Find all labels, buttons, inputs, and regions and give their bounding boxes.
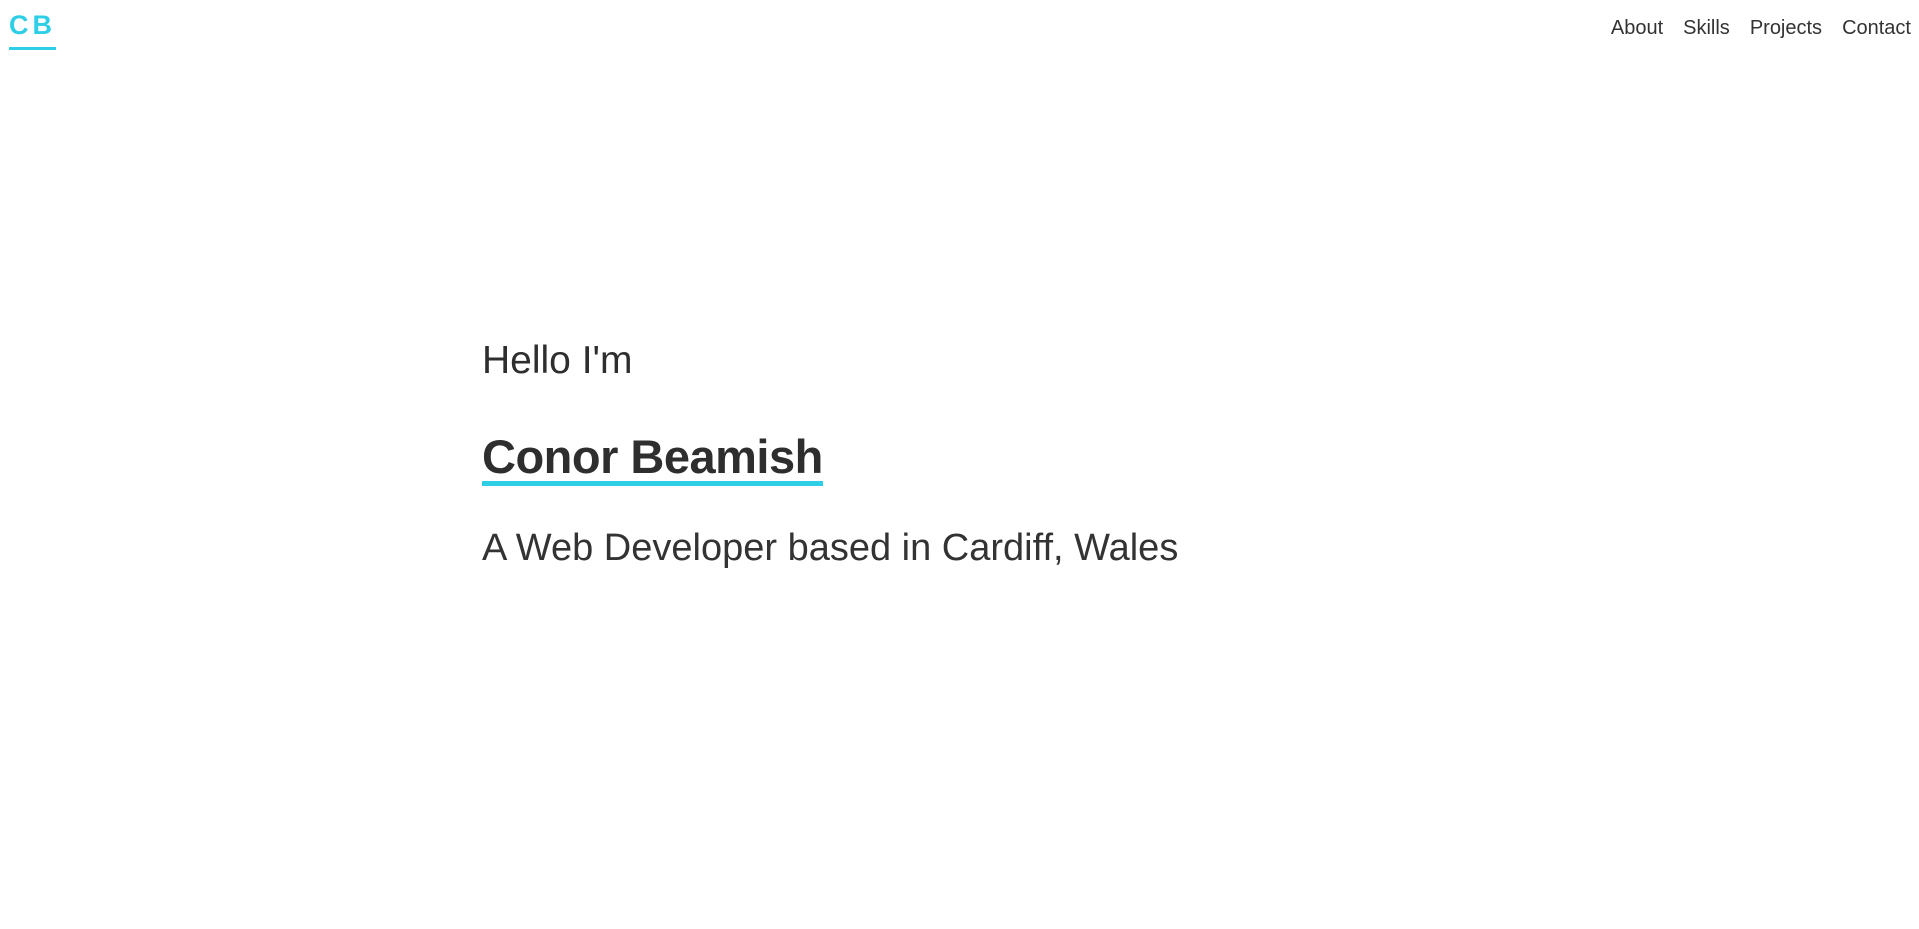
page: CB About Skills Projects Contact Hello I…: [0, 0, 1919, 929]
hero-tagline: A Web Developer based in Cardiff, Wales: [482, 527, 1179, 570]
hero-greeting: Hello I'm: [482, 339, 633, 382]
hero-name: Conor Beamish: [482, 429, 823, 483]
hero-name-wrap: Conor Beamish: [482, 429, 823, 487]
hero-section: Hello I'm Conor Beamish A Web Developer …: [482, 338, 1178, 572]
logo-underline: [9, 47, 56, 50]
main-nav: About Skills Projects Contact: [1611, 16, 1911, 40]
hero-name-underline: [482, 481, 823, 487]
nav-skills-link[interactable]: Skills: [1683, 16, 1730, 40]
site-header: CB About Skills Projects Contact: [0, 0, 1919, 60]
nav-about-link[interactable]: About: [1611, 16, 1663, 40]
logo-link[interactable]: CB: [9, 12, 56, 39]
nav-contact-link[interactable]: Contact: [1842, 16, 1911, 40]
nav-projects-link[interactable]: Projects: [1750, 16, 1822, 40]
